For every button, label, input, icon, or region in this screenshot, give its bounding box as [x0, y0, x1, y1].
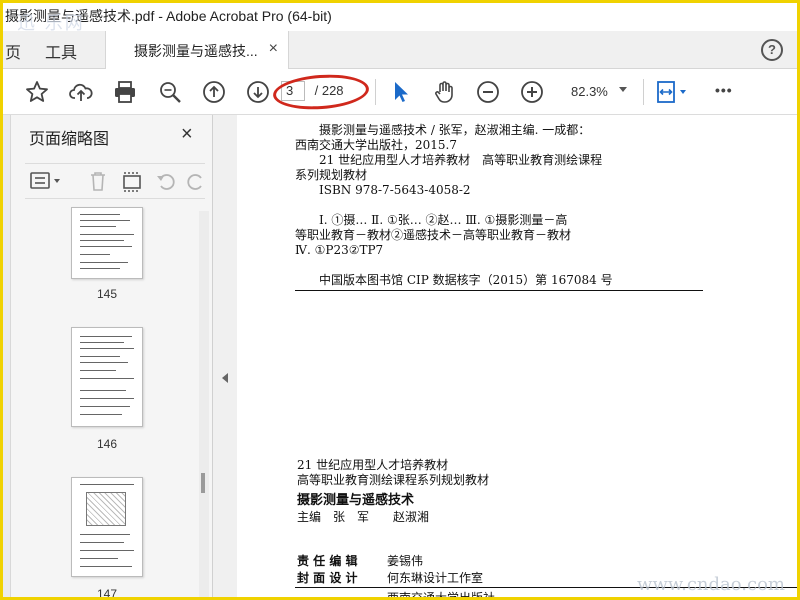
- toolbar-divider: [375, 79, 376, 105]
- responsible-editor: 姜锡伟: [387, 554, 424, 568]
- thumbnail-page-number: 147: [96, 587, 118, 600]
- thumbnail-page-145[interactable]: [71, 207, 143, 279]
- thumbnail-page-number: 146: [96, 437, 118, 451]
- book-title: 摄影测量与遥感技术: [297, 493, 415, 508]
- cip-line: 等职业教育－教材②遥感技术－高等职业教育－教材: [295, 228, 572, 242]
- tools-tab[interactable]: 工具: [45, 39, 77, 63]
- select-cursor-icon[interactable]: [389, 80, 413, 104]
- zoom-out-icon[interactable]: [476, 80, 500, 104]
- document-tab[interactable]: 摄影测量与遥感技... ×: [105, 31, 289, 69]
- cip-line: ISBN 978-7-5643-4058-2: [295, 183, 471, 197]
- toolbar: 3 / 228 82.3% •••: [3, 69, 797, 115]
- help-icon[interactable]: ?: [761, 39, 783, 61]
- more-icon[interactable]: •••: [715, 82, 733, 98]
- panel-collapse-strip[interactable]: [213, 115, 237, 597]
- toolbar-divider: [643, 79, 644, 105]
- thumbnail-list: 145 146 147: [25, 205, 199, 600]
- fit-page-icon[interactable]: [655, 80, 689, 104]
- menu-bar: 页 工具 摄影测量与遥感技... × ?: [3, 31, 797, 69]
- collapse-arrow-icon[interactable]: [222, 373, 228, 383]
- navigation-pane-strip: [3, 115, 11, 597]
- hand-tool-icon[interactable]: [432, 80, 456, 104]
- document-tab-label: 摄影测量与遥感技...: [134, 43, 258, 59]
- zoom-search-icon[interactable]: [158, 80, 182, 104]
- cip-line: 摄影测量与遥感技术 / 张军，赵淑湘主编. 一成都：: [295, 123, 591, 137]
- cloud-upload-icon[interactable]: [69, 80, 93, 104]
- cip-line: 西南交通大学出版社，2015.7: [295, 138, 457, 152]
- rotate-left-icon[interactable]: [155, 170, 177, 192]
- cip-line: 21 世纪应用型人才培养教材 高等职业教育测绘课程: [295, 153, 603, 167]
- publisher-line: 西南交通大学出版社: [387, 591, 496, 600]
- title-bar: 摄影测量与遥感技术.pdf - Adobe Acrobat Pro (64-bi…: [3, 3, 797, 31]
- panel-title: 页面缩略图: [29, 131, 110, 148]
- thumbnail-scrollbar[interactable]: [199, 211, 209, 597]
- thumbnail-figure: [86, 492, 126, 526]
- cover-designer: 何东琳设计工作室: [387, 571, 484, 585]
- cip-line: [295, 258, 715, 273]
- cip-line: [295, 198, 715, 213]
- bookmark-star-icon[interactable]: [25, 80, 49, 104]
- thumbnail-options-icon[interactable]: [29, 170, 65, 192]
- annotation-ellipse: [271, 71, 371, 113]
- thumbnail-page-147[interactable]: [71, 477, 143, 577]
- page-up-icon[interactable]: [202, 80, 226, 104]
- site-watermark: www.cndao.com: [637, 574, 785, 595]
- cip-line: 系列规划教材: [295, 168, 368, 182]
- thumbnail-page-146[interactable]: [71, 327, 143, 427]
- rotate-right-icon[interactable]: [185, 170, 207, 192]
- cip-line: 中国版本图书馆 CIP 数据核字（2015）第 167084 号: [295, 273, 613, 287]
- cover-design-label: 封 面 设 计: [297, 571, 358, 585]
- zoom-level[interactable]: 82.3%: [571, 84, 608, 99]
- cip-block: 摄影测量与遥感技术 / 张军，赵淑湘主编. 一成都： 西南交通大学出版社，201…: [295, 123, 715, 288]
- scrollbar-thumb[interactable]: [201, 473, 205, 493]
- cip-line: Ⅰ. ①摄… Ⅱ. ①张… ②赵… Ⅲ. ①摄影测量－高: [295, 213, 568, 227]
- home-tab[interactable]: 页: [5, 39, 21, 63]
- print-icon[interactable]: [113, 80, 137, 104]
- editors-line: 主编 张 军 赵淑湘: [297, 510, 430, 524]
- page-down-icon[interactable]: [246, 80, 270, 104]
- zoom-in-icon[interactable]: [520, 80, 544, 104]
- thumbnails-panel: 页面缩略图 × 145 146 147: [3, 115, 213, 600]
- close-panel-icon[interactable]: ×: [181, 123, 193, 146]
- responsible-editor-label: 责 任 编 辑: [297, 554, 358, 568]
- extract-page-icon[interactable]: [121, 170, 143, 192]
- cip-line: Ⅳ. ①P23②TP7: [295, 243, 384, 257]
- cip-rule: [295, 290, 703, 291]
- close-tab-icon[interactable]: ×: [269, 40, 278, 58]
- delete-page-icon[interactable]: [87, 170, 109, 192]
- document-view[interactable]: 摄影测量与遥感技术 / 张军，赵淑湘主编. 一成都： 西南交通大学出版社，201…: [237, 115, 797, 600]
- app-window: 摄影测量与遥感技术.pdf - Adobe Acrobat Pro (64-bi…: [0, 0, 800, 600]
- zoom-dropdown-icon[interactable]: [619, 87, 627, 92]
- thumbnail-page-number: 145: [96, 287, 118, 301]
- series-line: 高等职业教育测绘课程系列规划教材: [297, 473, 490, 487]
- thumbnail-toolbar: [25, 163, 205, 199]
